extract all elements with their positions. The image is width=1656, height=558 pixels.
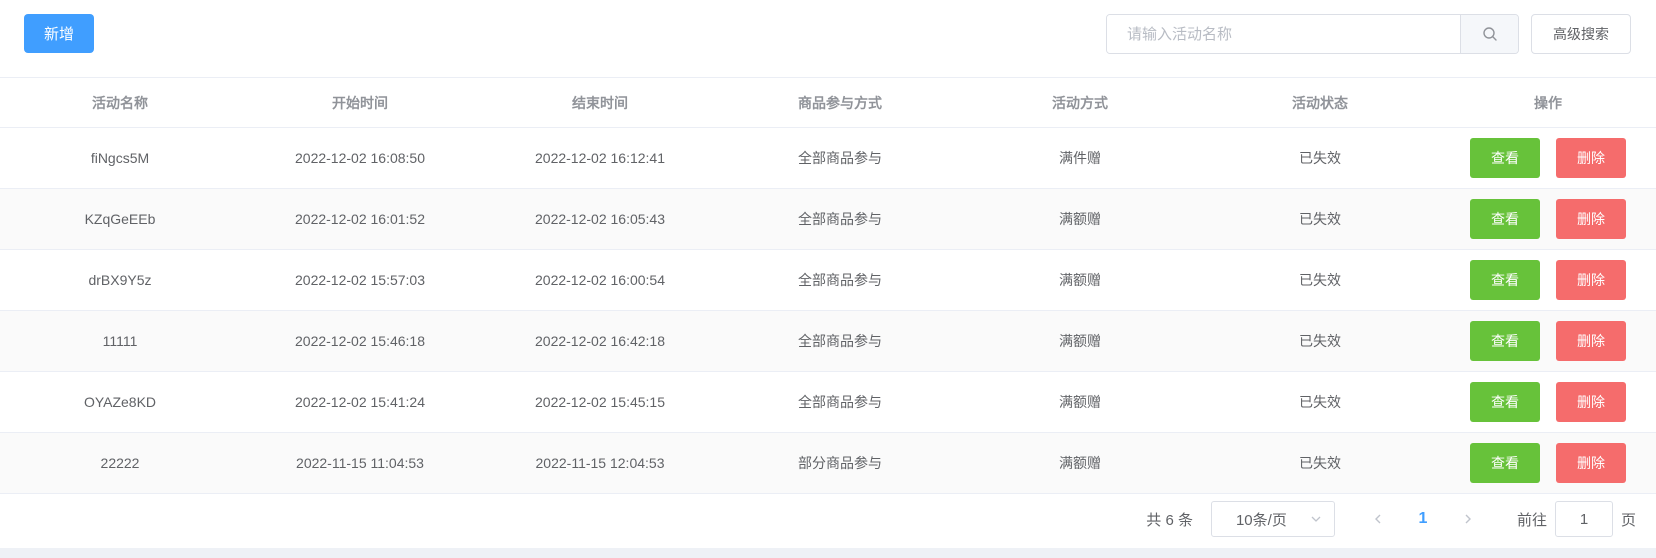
cell-end-time: 2022-11-15 12:04:53 xyxy=(535,455,665,471)
cell-product-scope: 部分商品参与 xyxy=(798,455,882,471)
cell-actions: 查看 删除 xyxy=(1440,311,1656,371)
cell-activity-status: 已失效 xyxy=(1299,394,1341,410)
delete-button[interactable]: 删除 xyxy=(1556,199,1626,239)
cell-product-scope: 全部商品参与 xyxy=(798,272,882,288)
cell-actions: 查看 删除 xyxy=(1440,433,1656,493)
cell-activity-mode: 满额赠 xyxy=(1059,272,1101,288)
delete-button[interactable]: 删除 xyxy=(1556,382,1626,422)
cell-product-scope: 全部商品参与 xyxy=(798,394,882,410)
view-button[interactable]: 查看 xyxy=(1470,443,1540,483)
cell-end-time: 2022-12-02 15:45:15 xyxy=(535,394,665,410)
cell-start-time: 2022-12-02 16:08:50 xyxy=(295,150,425,166)
cell-actions: 查看 删除 xyxy=(1440,250,1656,310)
search-button[interactable] xyxy=(1460,15,1518,53)
chevron-right-icon xyxy=(1465,514,1471,524)
cell-actions: 查看 删除 xyxy=(1440,372,1656,432)
cell-start-time: 2022-12-02 15:57:03 xyxy=(295,272,425,288)
header-end-time: 结束时间 xyxy=(572,94,628,111)
cell-activity-name: drBX9Y5z xyxy=(88,272,152,288)
cell-activity-name: OYAZe8KD xyxy=(83,394,157,410)
cell-activity-mode: 满额赠 xyxy=(1059,211,1101,227)
goto-suffix: 页 xyxy=(1620,511,1636,529)
next-page-button[interactable] xyxy=(1453,504,1483,534)
table-row: 11111 2022-12-02 15:46:18 2022-12-02 16:… xyxy=(0,311,1656,372)
cell-activity-mode: 满额赠 xyxy=(1059,333,1101,349)
header-activity-mode: 活动方式 xyxy=(1052,94,1108,111)
cell-activity-name: KZqGeEEb xyxy=(84,211,156,227)
activity-list-page: 新增 高级搜索 活动名称 开始时间 结束时间 商品参与方式 活动方式 活动状态 … xyxy=(0,0,1656,558)
cell-end-time: 2022-12-02 16:12:41 xyxy=(535,150,665,166)
cell-start-time: 2022-12-02 16:01:52 xyxy=(295,211,425,227)
table-row: fiNgcs5M 2022-12-02 16:08:50 2022-12-02 … xyxy=(0,128,1656,189)
cell-activity-status: 已失效 xyxy=(1299,272,1341,288)
table-row: drBX9Y5z 2022-12-02 15:57:03 2022-12-02 … xyxy=(0,250,1656,311)
pagination: 共 6 条 10条/页 1 前往 页 xyxy=(0,495,1656,543)
cell-start-time: 2022-11-15 11:04:53 xyxy=(296,455,424,471)
pagination-total: 共 6 条 xyxy=(1146,511,1193,529)
advanced-search-button[interactable]: 高级搜索 xyxy=(1531,14,1631,54)
page-size-select[interactable]: 10条/页 xyxy=(1210,501,1335,537)
activity-table: 活动名称 开始时间 结束时间 商品参与方式 活动方式 活动状态 操作 fiNgc… xyxy=(0,77,1656,494)
search-box xyxy=(1106,14,1519,54)
view-button[interactable]: 查看 xyxy=(1470,382,1540,422)
table-header: 活动名称 开始时间 结束时间 商品参与方式 活动方式 活动状态 操作 xyxy=(0,78,1656,128)
cell-activity-mode: 满额赠 xyxy=(1059,455,1101,471)
view-button[interactable]: 查看 xyxy=(1470,138,1540,178)
view-button[interactable]: 查看 xyxy=(1470,321,1540,361)
search-icon xyxy=(1482,27,1497,41)
add-button[interactable]: 新增 xyxy=(24,14,94,53)
header-activity-name: 活动名称 xyxy=(92,94,148,111)
cell-start-time: 2022-12-02 15:46:18 xyxy=(295,333,425,349)
cell-activity-mode: 满件赠 xyxy=(1059,150,1101,166)
cell-actions: 查看 删除 xyxy=(1440,189,1656,249)
page-number-current[interactable]: 1 xyxy=(1393,510,1453,528)
header-product-scope: 商品参与方式 xyxy=(798,94,882,111)
cell-start-time: 2022-12-02 15:41:24 xyxy=(295,394,425,410)
delete-button[interactable]: 删除 xyxy=(1556,443,1626,483)
cell-end-time: 2022-12-02 16:00:54 xyxy=(535,272,665,288)
cell-actions: 查看 删除 xyxy=(1440,128,1656,188)
cell-activity-name: 22222 xyxy=(100,455,140,471)
header-actions: 操作 xyxy=(1534,94,1562,111)
cell-activity-status: 已失效 xyxy=(1299,333,1341,349)
cell-activity-status: 已失效 xyxy=(1299,455,1341,471)
cell-activity-mode: 满额赠 xyxy=(1059,394,1101,410)
cell-activity-name: 11111 xyxy=(102,333,138,349)
table-row: 22222 2022-11-15 11:04:53 2022-11-15 12:… xyxy=(0,433,1656,494)
goto-page-input[interactable] xyxy=(1554,501,1613,537)
chevron-down-icon xyxy=(1311,516,1321,522)
cell-product-scope: 全部商品参与 xyxy=(798,150,882,166)
header-start-time: 开始时间 xyxy=(332,94,388,111)
delete-button[interactable]: 删除 xyxy=(1556,260,1626,300)
cell-activity-status: 已失效 xyxy=(1299,211,1341,227)
cell-activity-status: 已失效 xyxy=(1299,150,1341,166)
goto-prefix: 前往 xyxy=(1516,511,1547,529)
cell-end-time: 2022-12-02 16:42:18 xyxy=(535,333,665,349)
cell-activity-name: fiNgcs5M xyxy=(90,150,150,166)
search-input[interactable] xyxy=(1107,15,1460,53)
view-button[interactable]: 查看 xyxy=(1470,199,1540,239)
page-jumper: 前往 页 xyxy=(1517,501,1636,537)
toolbar: 新增 高级搜索 xyxy=(0,0,1656,77)
header-activity-status: 活动状态 xyxy=(1292,94,1348,111)
delete-button[interactable]: 删除 xyxy=(1556,321,1626,361)
table-row: OYAZe8KD 2022-12-02 15:41:24 2022-12-02 … xyxy=(0,372,1656,433)
prev-page-button[interactable] xyxy=(1363,504,1393,534)
page-footer-band xyxy=(0,548,1656,558)
table-row: KZqGeEEb 2022-12-02 16:01:52 2022-12-02 … xyxy=(0,189,1656,250)
page-size-value: 10条/页 xyxy=(1235,511,1287,529)
chevron-left-icon xyxy=(1374,514,1381,524)
view-button[interactable]: 查看 xyxy=(1470,260,1540,300)
cell-end-time: 2022-12-02 16:05:43 xyxy=(535,211,665,227)
delete-button[interactable]: 删除 xyxy=(1556,138,1626,178)
cell-product-scope: 全部商品参与 xyxy=(798,211,882,227)
cell-product-scope: 全部商品参与 xyxy=(798,333,882,349)
